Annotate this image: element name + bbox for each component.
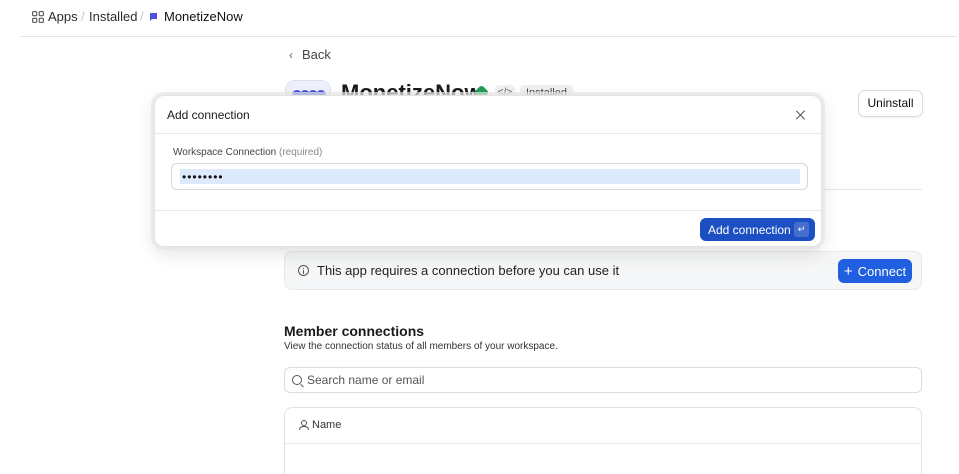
connect-button-label: Connect xyxy=(857,263,907,279)
connection-alert: This app requires a connection before yo… xyxy=(284,251,922,290)
chevron-left-icon: ‹ xyxy=(289,47,293,62)
add-connection-label: Add connection xyxy=(708,222,791,237)
close-icon[interactable] xyxy=(796,110,806,120)
plus-icon: + xyxy=(843,262,853,280)
section-subtitle: View the connection status of all member… xyxy=(284,341,558,352)
info-icon xyxy=(298,265,309,276)
breadcrumb-separator: / xyxy=(81,9,85,24)
field-label-text: Workspace Connection xyxy=(173,147,277,158)
breadcrumb-app-label: MonetizeNow xyxy=(164,9,243,24)
add-connection-dialog: Add connection Workspace Connection (req… xyxy=(154,95,822,247)
column-header-name[interactable]: Name xyxy=(299,419,341,431)
search-input[interactable] xyxy=(307,371,907,389)
column-header-label: Name xyxy=(312,419,342,431)
divider xyxy=(20,36,957,37)
grid-icon xyxy=(32,11,44,23)
divider xyxy=(155,210,821,211)
field-label: Workspace Connection (required) xyxy=(173,147,322,158)
search-box[interactable] xyxy=(284,367,922,393)
field-required-text: (required) xyxy=(278,147,323,158)
connect-button[interactable]: + Connect xyxy=(838,259,912,283)
top-bar: Apps / Installed / MonetizeNow xyxy=(0,0,959,37)
breadcrumb-installed[interactable]: Installed xyxy=(89,9,137,25)
breadcrumb-installed-label: Installed xyxy=(89,9,138,24)
section-title: Member connections xyxy=(284,323,425,339)
user-icon xyxy=(299,420,309,430)
back-label: Back xyxy=(302,47,331,62)
divider xyxy=(285,443,921,444)
dialog-title: Add connection xyxy=(167,108,250,122)
add-connection-button[interactable]: Add connection ↵ xyxy=(700,218,815,241)
breadcrumb-apps-label: Apps xyxy=(48,9,78,24)
uninstall-button[interactable]: Uninstall xyxy=(858,90,923,117)
workspace-connection-field[interactable] xyxy=(171,163,808,190)
workspace-connection-input[interactable] xyxy=(180,169,800,184)
enter-key-icon: ↵ xyxy=(794,222,809,237)
breadcrumb-separator: / xyxy=(140,9,144,24)
breadcrumb-app[interactable]: MonetizeNow xyxy=(149,9,243,25)
search-icon xyxy=(292,375,302,385)
flag-icon xyxy=(150,13,157,21)
members-table: Name xyxy=(284,407,922,474)
dialog-header: Add connection xyxy=(155,96,821,134)
alert-text: This app requires a connection before yo… xyxy=(317,263,620,278)
breadcrumb-apps[interactable]: Apps xyxy=(32,9,78,25)
back-link[interactable]: ‹ Back xyxy=(289,47,331,62)
